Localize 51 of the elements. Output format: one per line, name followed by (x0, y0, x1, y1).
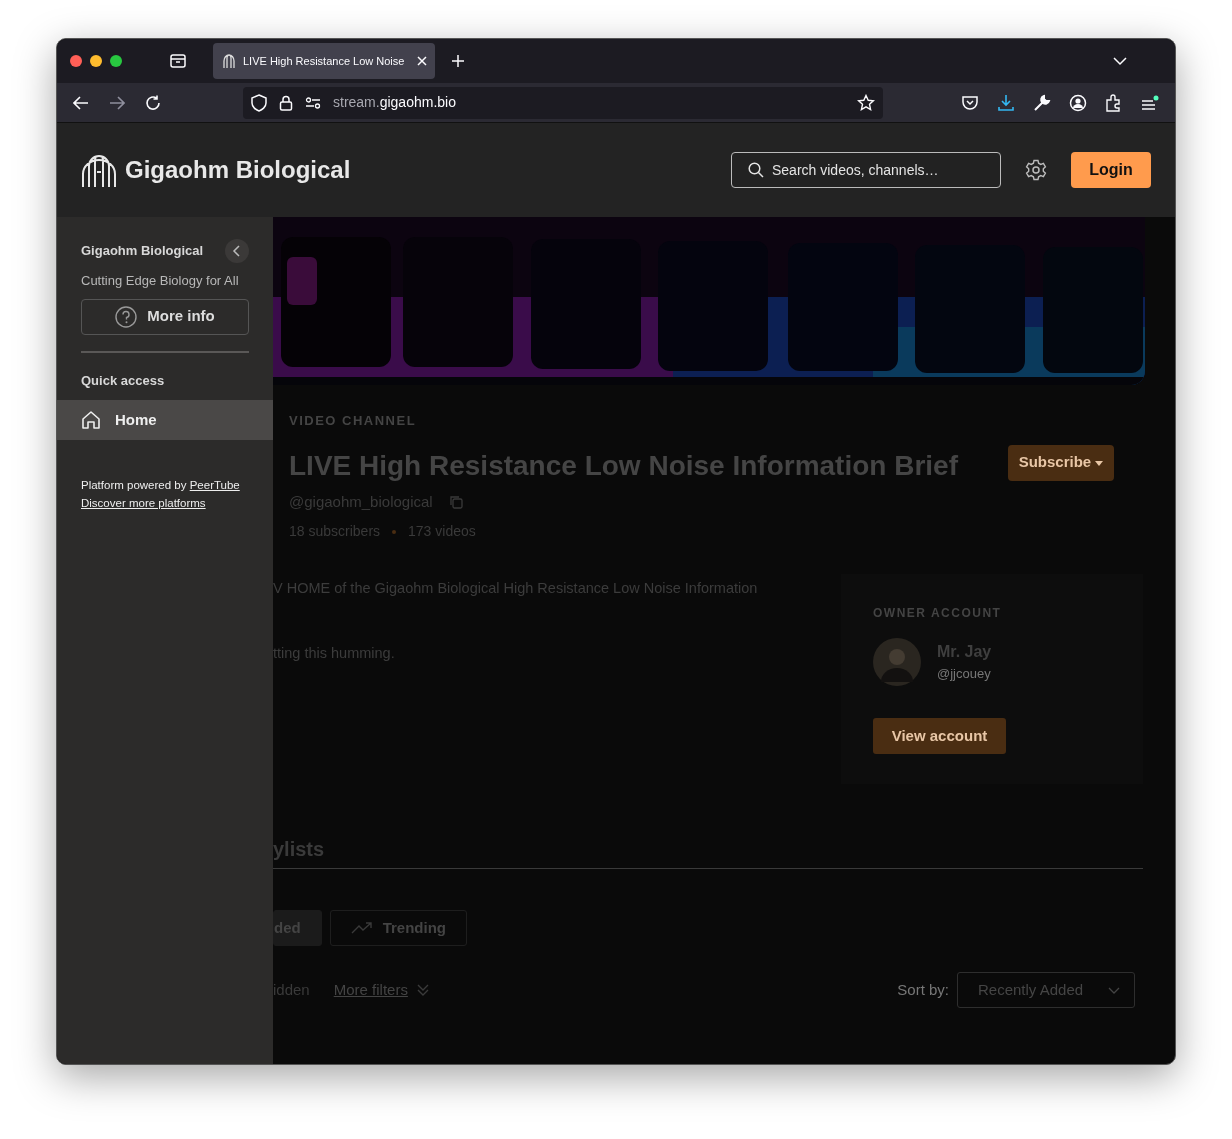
sort-label: Sort by: (897, 979, 949, 1000)
shield-icon[interactable] (251, 93, 267, 112)
home-icon (81, 410, 101, 430)
close-window-button[interactable] (70, 55, 82, 67)
account-icon[interactable] (1069, 93, 1087, 112)
owner-handle: @jjcouey (937, 665, 992, 684)
more-info-button[interactable]: More info (81, 298, 249, 335)
maximize-window-button[interactable] (110, 55, 122, 67)
download-icon[interactable] (997, 93, 1015, 112)
search-field[interactable]: Search videos, channels… (731, 152, 1001, 188)
search-icon (748, 162, 764, 178)
discover-link[interactable]: Discover more platforms (81, 497, 206, 509)
chevron-down-icon[interactable] (1113, 56, 1127, 66)
minimize-window-button[interactable] (90, 55, 102, 67)
new-tab-icon[interactable] (451, 54, 465, 68)
address-bar[interactable]: stream.gigaohm.bio (243, 86, 883, 119)
caret-icon (1095, 460, 1104, 466)
logo-icon[interactable] (81, 152, 117, 188)
sidebar-item[interactable]: Home (57, 400, 273, 440)
peertube-link[interactable]: PeerTube (189, 479, 240, 491)
subscribe-button[interactable]: Subscribe (1008, 444, 1114, 481)
extensions-icon[interactable] (1105, 93, 1123, 112)
permissions-icon[interactable] (305, 96, 321, 109)
reload-icon[interactable] (145, 94, 161, 111)
sidebar-channel-name: Gigaohm Biological (81, 242, 204, 261)
sidebar-tagline: Cutting Edge Biology for All (81, 272, 240, 290)
collapse-button[interactable] (225, 239, 249, 263)
forward-icon[interactable] (109, 95, 125, 110)
url-text: stream.gigaohm.bio (333, 93, 456, 112)
section-heading: Quick access (81, 371, 166, 390)
channel-label: VIDEO CHANNEL (289, 412, 418, 430)
lock-icon[interactable] (279, 94, 293, 111)
settings-icon[interactable] (1025, 159, 1047, 181)
login-button[interactable]: Login (1071, 152, 1151, 188)
site-name[interactable]: Gigaohm Biological (125, 152, 351, 188)
star-icon[interactable] (857, 93, 875, 112)
channel-title: LIVE High Resistance Low Noise Information Brief (289, 448, 958, 483)
browser-tab[interactable]: LIVE High Resistance Low Noise (213, 43, 435, 79)
close-icon[interactable] (417, 56, 427, 66)
chevron-down-icon (1108, 986, 1120, 994)
view-account-button[interactable]: View account (873, 718, 1006, 754)
tab-tray-icon[interactable] (169, 53, 187, 69)
powered-by-text: Platform powered by PeerTube (81, 478, 241, 493)
back-icon[interactable] (73, 95, 89, 110)
favicon-icon (221, 53, 237, 69)
tab-title: LIVE High Resistance Low Noise (243, 53, 406, 69)
wrench-icon[interactable] (1033, 93, 1051, 112)
menu-icon[interactable] (1141, 94, 1159, 111)
help-icon (115, 305, 138, 328)
pocket-icon[interactable] (961, 94, 979, 111)
trending-icon (350, 922, 373, 934)
